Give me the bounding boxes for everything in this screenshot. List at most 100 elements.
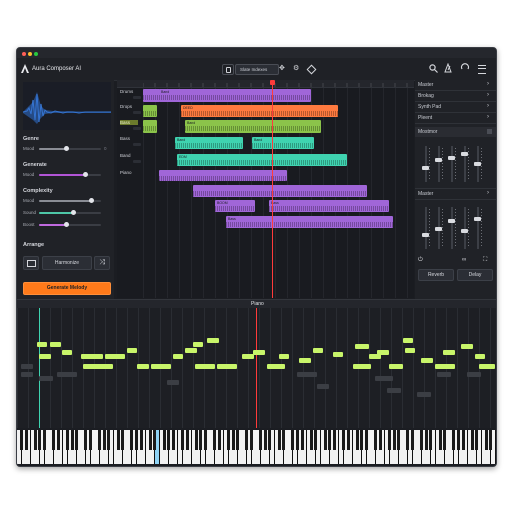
black-key[interactable] [162, 430, 166, 450]
fader-cap[interactable] [435, 227, 442, 231]
midi-note[interactable] [50, 342, 61, 347]
slider-knob[interactable] [70, 210, 76, 215]
black-key[interactable] [194, 430, 198, 450]
complexity-slider-2[interactable] [39, 210, 101, 215]
minimize-window-button[interactable] [28, 52, 32, 56]
midi-note[interactable] [185, 348, 197, 353]
section2-slider[interactable] [39, 172, 101, 177]
midi-note[interactable] [461, 344, 473, 349]
black-key[interactable] [167, 430, 171, 450]
fader-cap[interactable] [422, 233, 429, 237]
black-key[interactable] [231, 430, 235, 450]
black-key[interactable] [443, 430, 447, 450]
black-key[interactable] [461, 430, 465, 450]
black-key[interactable] [116, 430, 120, 450]
gear-icon[interactable]: ⚙ [293, 65, 299, 73]
fader-cap[interactable] [435, 158, 442, 162]
mixer-row[interactable]: Mostmor [415, 127, 496, 137]
clip[interactable]: Bass [226, 216, 393, 228]
midi-note[interactable] [267, 364, 285, 369]
midi-note[interactable] [253, 350, 265, 355]
midi-note[interactable] [443, 350, 455, 355]
black-key[interactable] [226, 430, 230, 450]
black-key[interactable] [489, 430, 493, 450]
midi-note[interactable] [37, 342, 47, 347]
black-key[interactable] [438, 430, 442, 450]
mixer-row[interactable]: Master › [415, 80, 496, 91]
ghost-note[interactable] [375, 376, 393, 381]
black-key[interactable] [24, 430, 28, 450]
black-key[interactable] [309, 430, 313, 450]
ghost-note[interactable] [297, 372, 317, 377]
black-key[interactable] [121, 430, 125, 450]
midi-note[interactable] [137, 364, 149, 369]
fader-cap[interactable] [474, 162, 481, 166]
midi-note[interactable] [421, 358, 433, 363]
black-key[interactable] [346, 430, 350, 450]
black-key[interactable] [263, 430, 267, 450]
playhead[interactable] [272, 80, 273, 298]
black-key[interactable] [259, 430, 263, 450]
midi-note[interactable] [81, 354, 103, 359]
midi-note[interactable] [405, 348, 415, 353]
clip[interactable]: Band [175, 137, 243, 149]
power-icon[interactable]: ⏻ [418, 256, 423, 264]
black-key[interactable] [19, 430, 23, 450]
midi-note[interactable] [355, 344, 369, 349]
black-key[interactable] [213, 430, 217, 450]
fader-cap[interactable] [422, 166, 429, 170]
midi-note[interactable] [299, 358, 311, 363]
midi-note[interactable] [62, 350, 72, 355]
link-icon[interactable]: ∞ [462, 256, 466, 264]
black-key[interactable] [420, 430, 424, 450]
black-key[interactable] [88, 430, 92, 450]
track-label[interactable]: Piano [120, 170, 142, 175]
midi-note[interactable] [479, 364, 495, 369]
black-key[interactable] [75, 430, 79, 450]
black-key[interactable] [102, 430, 106, 450]
clip[interactable] [143, 105, 157, 117]
ghost-note[interactable] [317, 384, 329, 389]
slider-knob[interactable] [83, 172, 88, 177]
ghost-note[interactable] [39, 376, 53, 381]
black-key[interactable] [98, 430, 102, 450]
black-key[interactable] [42, 430, 46, 450]
midi-note[interactable] [435, 364, 455, 369]
midi-note[interactable] [242, 354, 254, 359]
clip[interactable]: Band [159, 89, 311, 102]
track-label[interactable]: Bass [120, 120, 138, 125]
target-icon[interactable] [306, 64, 317, 75]
clip[interactable] [159, 170, 287, 181]
loop-button[interactable] [222, 64, 234, 75]
black-key[interactable] [52, 430, 56, 450]
midi-note[interactable] [403, 338, 413, 343]
black-key[interactable] [341, 430, 345, 450]
clip[interactable] [143, 89, 160, 102]
clip[interactable] [143, 120, 157, 133]
black-key[interactable] [484, 430, 488, 450]
black-key[interactable] [130, 430, 134, 450]
black-key[interactable] [314, 430, 318, 450]
midi-note[interactable] [313, 348, 323, 353]
delay-button[interactable]: Delay [457, 269, 493, 281]
harmonize-button[interactable]: Harmonize [42, 256, 92, 270]
fader-cap[interactable] [461, 229, 468, 233]
midi-note[interactable] [193, 342, 203, 347]
mixer-row[interactable]: Master › [415, 188, 496, 200]
arrange-button[interactable] [23, 256, 39, 270]
black-key[interactable] [33, 430, 37, 450]
piano-keyboard[interactable] [17, 430, 496, 464]
move-icon[interactable]: ✥ [279, 65, 285, 73]
metronome-icon[interactable] [443, 63, 453, 73]
black-key[interactable] [171, 430, 175, 450]
black-key[interactable] [291, 430, 295, 450]
black-key[interactable] [236, 430, 240, 450]
fader-cap[interactable] [448, 219, 455, 223]
black-key[interactable] [475, 430, 479, 450]
playhead[interactable] [256, 308, 257, 428]
track-control[interactable] [133, 127, 141, 130]
black-key[interactable] [360, 430, 364, 450]
ghost-note[interactable] [57, 372, 77, 377]
black-key[interactable] [203, 430, 207, 450]
complexity-slider-1[interactable] [39, 198, 101, 203]
